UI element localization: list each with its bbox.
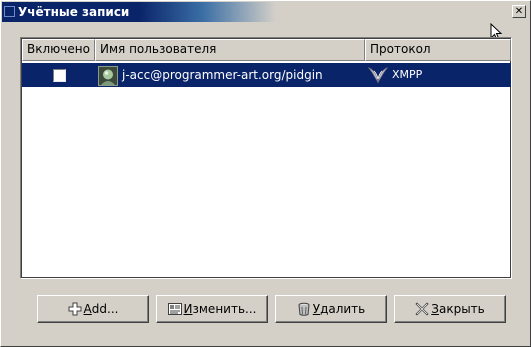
- user-avatar-icon: [98, 66, 118, 86]
- column-header-protocol[interactable]: Протокол: [365, 39, 511, 61]
- edit-icon: [167, 303, 182, 315]
- plus-icon: [68, 302, 82, 316]
- close-x-icon: [415, 302, 429, 316]
- modify-mnemonic: И: [183, 302, 193, 316]
- accounts-list[interactable]: Включено Имя пользователя Протокол j-acc…: [20, 37, 512, 279]
- accounts-window: Учётные записи ✕ Включено Имя пользовате…: [0, 0, 531, 347]
- close-window-button[interactable]: ✕: [512, 5, 526, 18]
- delete-mnemonic: У: [312, 302, 321, 316]
- window-menu-icon[interactable]: [4, 6, 15, 17]
- account-row[interactable]: j-acc@programmer-art.org/pidgin XMPP: [22, 63, 511, 87]
- list-header: Включено Имя пользователя Протокол: [22, 39, 511, 61]
- column-header-enabled[interactable]: Включено: [22, 39, 95, 61]
- account-username: j-acc@programmer-art.org/pidgin: [122, 68, 323, 82]
- add-label: dd...: [91, 302, 119, 316]
- trash-icon: [298, 302, 310, 316]
- add-mnemonic: A: [83, 302, 92, 316]
- title-bar[interactable]: Учётные записи: [2, 2, 529, 22]
- account-enabled-checkbox[interactable]: [53, 69, 66, 82]
- window-title: Учётные записи: [18, 5, 130, 19]
- delete-button[interactable]: Удалить: [275, 295, 387, 323]
- close-mnemonic: З: [431, 302, 439, 316]
- close-button[interactable]: Закрыть: [394, 295, 506, 323]
- close-label: акрыть: [438, 302, 485, 316]
- column-header-username[interactable]: Имя пользователя: [95, 39, 365, 61]
- modify-button[interactable]: Изменить...: [156, 295, 268, 323]
- account-protocol: XMPP: [392, 68, 423, 81]
- xmpp-protocol-icon: [368, 67, 388, 84]
- modify-label: зменить...: [192, 302, 257, 316]
- add-button[interactable]: Add...: [37, 295, 149, 323]
- delete-label: далить: [320, 302, 366, 316]
